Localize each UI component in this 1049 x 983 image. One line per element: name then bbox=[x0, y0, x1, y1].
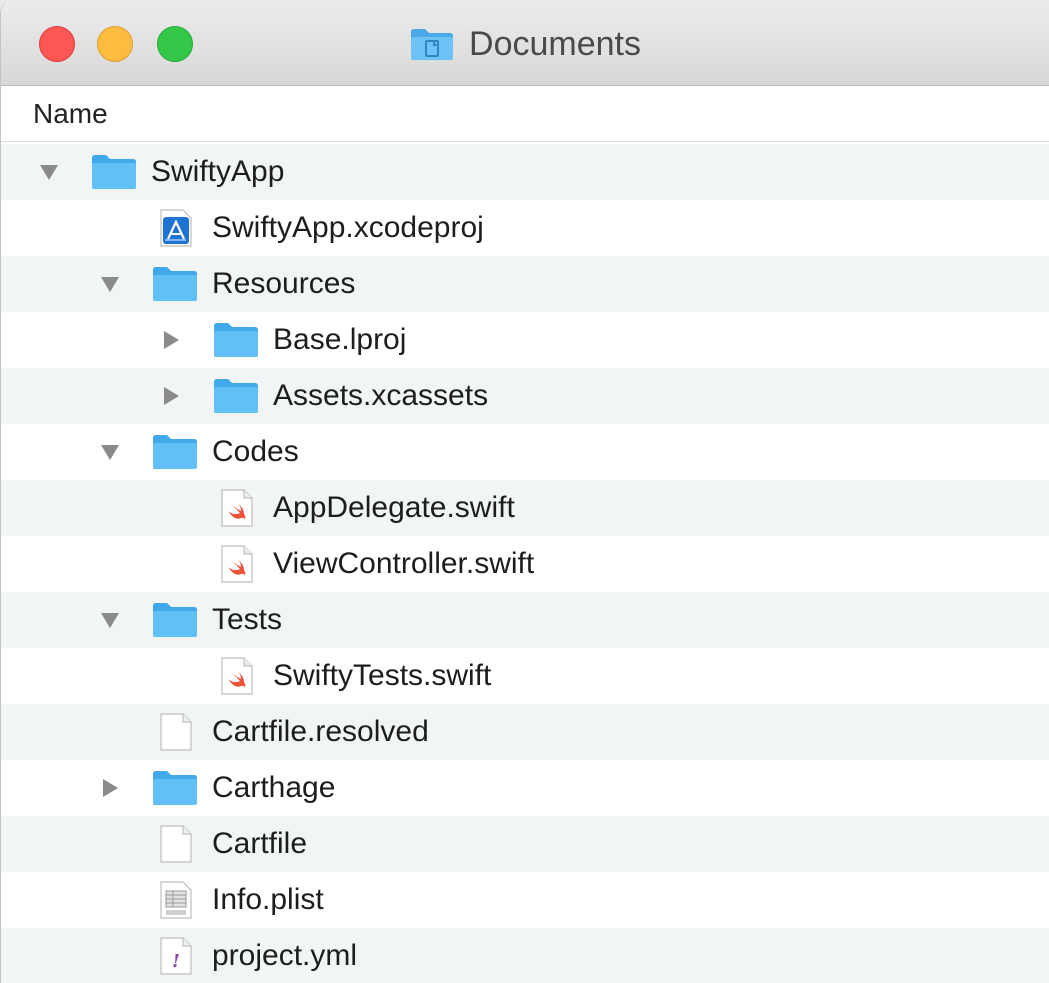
blank-file-icon bbox=[152, 713, 198, 751]
file-name-label: Tests bbox=[212, 603, 283, 636]
file-row[interactable]: Codes bbox=[1, 424, 1049, 480]
file-name-label: ViewController.swift bbox=[273, 547, 535, 580]
disclosure-expanded-icon[interactable] bbox=[98, 270, 122, 298]
column-header[interactable]: Name bbox=[1, 86, 1049, 142]
folder-icon bbox=[213, 377, 259, 415]
file-name-label: Assets.xcassets bbox=[273, 379, 489, 412]
file-name-label: Cartfile bbox=[212, 827, 308, 860]
file-row[interactable]: Base.lproj bbox=[1, 312, 1049, 368]
swift-file-icon bbox=[213, 545, 259, 583]
disclosure-collapsed-icon[interactable] bbox=[159, 382, 183, 410]
disclosure-collapsed-icon[interactable] bbox=[159, 326, 183, 354]
file-name-label: project.yml bbox=[212, 939, 358, 972]
file-name-label: SwiftyApp.xcodeproj bbox=[212, 211, 484, 244]
file-row[interactable]: Tests bbox=[1, 592, 1049, 648]
folder-icon bbox=[213, 321, 259, 359]
file-name-label: Base.lproj bbox=[273, 323, 407, 356]
folder-icon bbox=[152, 433, 198, 471]
file-name-label: Resources bbox=[212, 267, 356, 300]
file-list: SwiftyApp SwiftyApp.xcodeproj Resources Bas… bbox=[1, 144, 1049, 983]
swift-file-icon bbox=[213, 489, 259, 527]
folder-icon bbox=[152, 265, 198, 303]
file-name-label: Carthage bbox=[212, 771, 336, 804]
file-row[interactable]: Assets.xcassets bbox=[1, 368, 1049, 424]
folder-icon bbox=[152, 769, 198, 807]
file-row[interactable]: ! project.yml bbox=[1, 928, 1049, 983]
file-row[interactable]: SwiftyTests.swift bbox=[1, 648, 1049, 704]
file-name-label: Info.plist bbox=[212, 883, 324, 916]
window-title: Documents bbox=[469, 24, 641, 63]
svg-text:!: ! bbox=[172, 951, 180, 972]
file-name-label: Cartfile.resolved bbox=[212, 715, 429, 748]
file-name-label: AppDelegate.swift bbox=[273, 491, 515, 524]
file-name-label: SwiftyTests.swift bbox=[273, 659, 492, 692]
file-row[interactable]: Info.plist bbox=[1, 872, 1049, 928]
yaml-file-icon: ! bbox=[152, 937, 198, 975]
swift-file-icon bbox=[213, 657, 259, 695]
disclosure-expanded-icon[interactable] bbox=[37, 158, 61, 186]
finder-window: Documents Name SwiftyApp SwiftyApp.xcodep… bbox=[0, 0, 1049, 983]
documents-folder-icon bbox=[411, 29, 454, 60]
name-column-header[interactable]: Name bbox=[33, 94, 108, 134]
title-bar[interactable]: Documents bbox=[1, 0, 1049, 86]
xcodeproj-icon bbox=[152, 209, 198, 247]
file-row[interactable]: AppDelegate.swift bbox=[1, 480, 1049, 536]
file-name-label: SwiftyApp bbox=[151, 155, 285, 188]
disclosure-expanded-icon[interactable] bbox=[98, 606, 122, 634]
file-row[interactable]: Resources bbox=[1, 256, 1049, 312]
file-row[interactable]: SwiftyApp.xcodeproj bbox=[1, 200, 1049, 256]
folder-icon bbox=[91, 153, 137, 191]
plist-file-icon bbox=[152, 881, 198, 919]
file-row[interactable]: Carthage bbox=[1, 760, 1049, 816]
window-title-area: Documents bbox=[1, 22, 1049, 66]
blank-file-icon bbox=[152, 825, 198, 863]
disclosure-expanded-icon[interactable] bbox=[98, 438, 122, 466]
disclosure-collapsed-icon[interactable] bbox=[98, 774, 122, 802]
file-row[interactable]: SwiftyApp bbox=[1, 144, 1049, 200]
file-row[interactable]: ViewController.swift bbox=[1, 536, 1049, 592]
file-name-label: Codes bbox=[212, 435, 299, 468]
folder-icon bbox=[152, 601, 198, 639]
file-row[interactable]: Cartfile.resolved bbox=[1, 704, 1049, 760]
file-row[interactable]: Cartfile bbox=[1, 816, 1049, 872]
